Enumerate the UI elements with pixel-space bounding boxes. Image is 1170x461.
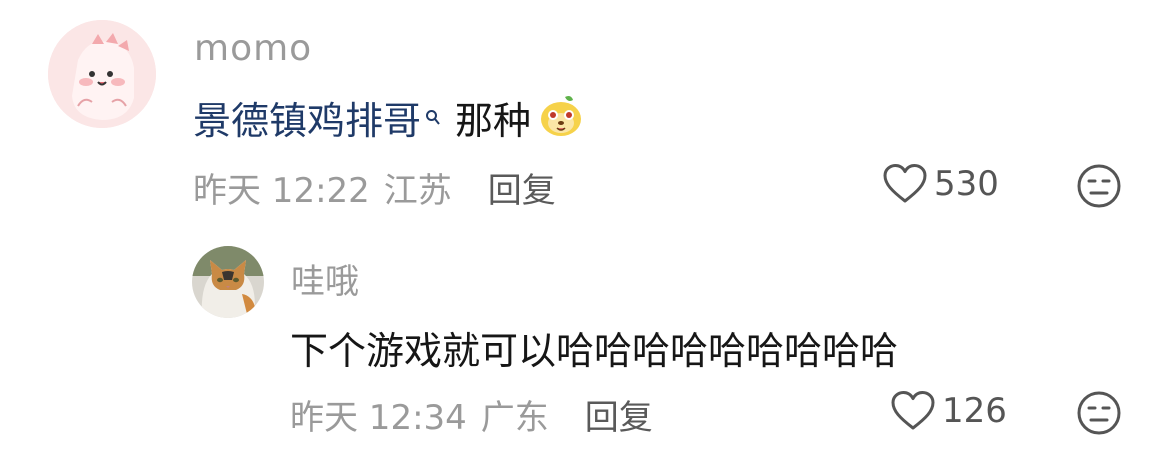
comment-text: 景德镇鸡排哥 那种	[193, 90, 583, 150]
dislike-button[interactable]	[1076, 390, 1122, 440]
reply-button[interactable]: 回复	[585, 390, 653, 439]
reply-button[interactable]: 回复	[488, 163, 556, 212]
comment-meta: 昨天 12:22 江苏 回复	[193, 163, 556, 212]
comment-text: 下个游戏就可以哈哈哈哈哈哈哈哈哈	[290, 329, 899, 373]
location: 广东	[480, 398, 549, 438]
location: 江苏	[383, 171, 452, 211]
username[interactable]: momo	[194, 28, 312, 69]
timestamp: 昨天 12:34	[290, 398, 467, 438]
avatar[interactable]	[48, 20, 156, 128]
neutral-face-icon	[1077, 164, 1121, 208]
heart-icon	[891, 391, 935, 430]
neutral-face-icon	[1077, 391, 1121, 435]
hashtag-link[interactable]: 景德镇鸡排哥	[193, 99, 421, 143]
comment-text-rest: 那种	[455, 99, 532, 143]
avatar[interactable]	[192, 246, 264, 318]
pink-dino-avatar-icon	[48, 20, 156, 128]
like-count: 126	[942, 391, 1007, 431]
like-count: 530	[934, 164, 999, 204]
face-emoji-icon	[539, 93, 583, 146]
dislike-button[interactable]	[1076, 163, 1122, 213]
timestamp: 昨天 12:22	[193, 171, 370, 211]
username[interactable]: 哇哦	[291, 254, 359, 303]
like-button[interactable]: 126	[890, 390, 1007, 432]
cat-avatar-icon	[192, 246, 264, 318]
search-icon[interactable]	[425, 92, 441, 136]
like-button[interactable]: 530	[882, 163, 999, 205]
comment-meta: 昨天 12:34 广东 回复	[290, 390, 653, 439]
heart-icon	[883, 164, 927, 203]
